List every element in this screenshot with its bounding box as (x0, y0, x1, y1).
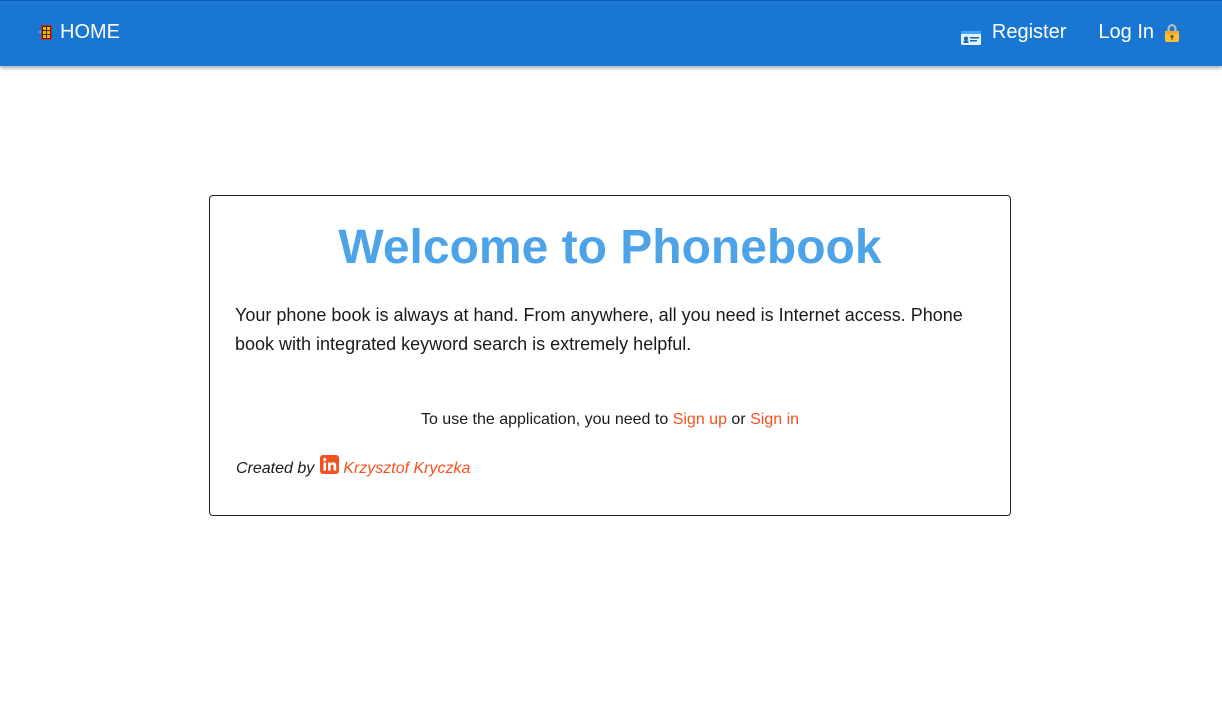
signin-link[interactable]: Sign in (750, 411, 799, 428)
home-label: HOME (60, 21, 120, 43)
page-title: Welcome to Phonebook (338, 221, 882, 274)
welcome-description: Your phone book is always at hand. From … (235, 305, 963, 354)
auth-prompt-or: or (731, 411, 746, 428)
linkedin-icon[interactable] (320, 454, 340, 474)
app-header: HOME Register Log In (0, 0, 1222, 66)
door-icon (38, 24, 54, 41)
home-link[interactable]: HOME (38, 21, 120, 44)
auth-prompt: To use the application, you need to Sign… (210, 411, 1010, 429)
signup-link[interactable]: Sign up (673, 411, 727, 428)
credit-line: Created by Krzysztof Kryczka (236, 454, 470, 478)
id-card-icon (960, 28, 981, 45)
header-nav: Register Log In (960, 21, 1182, 45)
credit-prefix: Created by (236, 460, 315, 477)
auth-prompt-text: To use the application, you need to (420, 411, 669, 428)
login-link[interactable]: Log In (1098, 21, 1182, 44)
register-label: Register (991, 21, 1067, 43)
author-link[interactable]: Krzysztof Kryczka (343, 460, 470, 478)
login-label: Log In (1098, 21, 1154, 43)
lock-icon (1162, 23, 1182, 43)
welcome-card: Welcome to Phonebook Your phone book is … (209, 195, 1011, 516)
register-link[interactable]: Register (960, 21, 1067, 45)
